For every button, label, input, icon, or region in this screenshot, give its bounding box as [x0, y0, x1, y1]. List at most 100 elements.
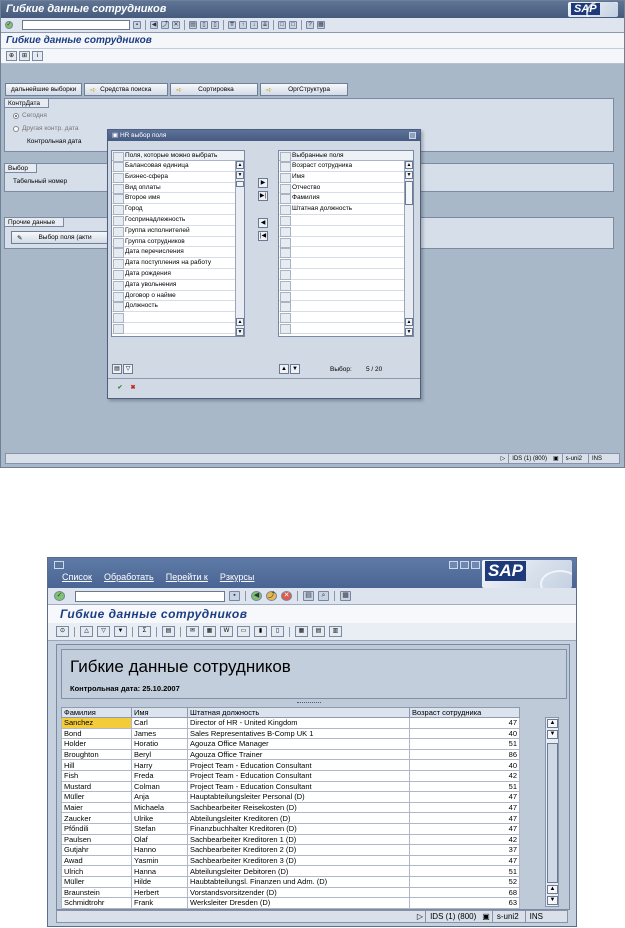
cell-age[interactable]: 51	[409, 780, 520, 793]
cell-first-name[interactable]: Freda	[131, 769, 188, 782]
scroll-down-icon[interactable]: ▼	[405, 171, 413, 179]
cell-last-name[interactable]: Schmidtrohr	[61, 897, 132, 909]
cancel-icon[interactable]: ✕	[172, 21, 180, 29]
selected-fields-list[interactable]: Выбранные поля Возраст сотрудника Имя Отче…	[278, 150, 414, 337]
spreadsheet-icon[interactable]: ▦	[203, 626, 216, 637]
execute-icon[interactable]: ⊕	[6, 51, 17, 61]
cell-position[interactable]: Abteilungsleiter Debitoren (D)	[187, 865, 410, 877]
close-icon[interactable]	[409, 132, 416, 139]
list-item[interactable]: Возраст сотрудника	[279, 161, 413, 172]
move-left-icon[interactable]: ◀	[258, 218, 268, 228]
cell-position[interactable]: Director of HR - United Kingdom	[187, 717, 410, 729]
print-icon[interactable]: ▤	[189, 21, 197, 29]
command-field[interactable]	[22, 20, 130, 30]
list-item[interactable]: Госпринадлежность	[112, 215, 244, 226]
list-item[interactable]: Дата рождения	[112, 269, 244, 280]
cell-first-name[interactable]: Carl	[131, 717, 188, 729]
cell-first-name[interactable]: Horatio	[131, 738, 188, 750]
sort-ascending-icon[interactable]: △	[80, 626, 93, 637]
cell-position[interactable]: Project Team - Education Consultant	[187, 780, 410, 793]
system-menu-icon[interactable]: ▣	[553, 455, 559, 462]
list-item[interactable]: Второе имя	[112, 193, 244, 205]
menu-views[interactable]: Рзкурсы	[220, 572, 255, 582]
list-item[interactable]: Вид оплаты	[112, 183, 244, 194]
cell-age[interactable]: 68	[409, 886, 520, 899]
list-item[interactable]	[279, 323, 413, 334]
cell-position[interactable]: Hauptabteilungsleiter Personal (D)	[187, 791, 410, 803]
last-page-icon[interactable]: ⇊	[261, 21, 269, 29]
cell-last-name[interactable]: Ulrich	[61, 865, 132, 877]
radio-other-date[interactable]: Другая контр. дата	[13, 125, 78, 132]
status-arrow-icon[interactable]: ▷	[501, 455, 506, 462]
abc-analysis-icon[interactable]: ▯	[271, 626, 284, 637]
select-layout-icon[interactable]: ▤	[312, 626, 325, 637]
cell-first-name[interactable]: Colman	[131, 780, 188, 793]
cell-position[interactable]: Finanzbuchhalter Kreditoren (D)	[187, 822, 410, 835]
cell-position[interactable]: Sachbearbeiter Kreditoren 3 (D)	[187, 854, 410, 867]
minimize-icon[interactable]	[449, 561, 458, 569]
list-item[interactable]: Отчество	[279, 183, 413, 194]
table-row[interactable]: Hill Harry Project Team - Education Consul…	[61, 759, 520, 771]
cell-age[interactable]: 42	[409, 769, 520, 782]
cell-last-name[interactable]: Bond	[61, 727, 132, 740]
get-variant-icon[interactable]: ⊞	[19, 51, 30, 61]
cell-position[interactable]: Sachbearbeiter Kreditoren 1 (D)	[187, 833, 410, 846]
save-icon[interactable]: ▪	[229, 591, 240, 601]
table-row[interactable]: Broughton Beryl Agouza Office Trainer 86	[61, 748, 520, 761]
find-icon[interactable]: ⌕	[318, 591, 329, 601]
maximize-icon[interactable]	[460, 561, 469, 569]
cell-age[interactable]: 40	[409, 727, 520, 740]
column-position[interactable]: Штатная должность	[187, 707, 410, 718]
total-icon[interactable]: Σ	[138, 626, 151, 637]
cell-first-name[interactable]: Anja	[131, 791, 188, 803]
cell-last-name[interactable]: Holder	[61, 738, 132, 750]
confirm-icon[interactable]: ✔	[115, 384, 125, 394]
layout-menu-icon[interactable]: ▦	[317, 21, 325, 29]
cell-last-name[interactable]: Paulsen	[61, 833, 132, 846]
filter-icon[interactable]: ▼	[114, 626, 127, 637]
table-row[interactable]: Sanchez Carl Director of HR - United Kingd…	[61, 717, 520, 729]
scroll-thumb[interactable]	[405, 181, 413, 205]
cell-age[interactable]: 47	[409, 801, 520, 814]
further-selections-button[interactable]: дальнейшие выборки	[5, 83, 83, 96]
list-item[interactable]: Балансовая единица	[112, 161, 244, 172]
cell-last-name[interactable]: Awad	[61, 854, 132, 867]
list-item[interactable]: Город	[112, 204, 244, 215]
menu-list[interactable]: Список	[62, 572, 92, 582]
cell-first-name[interactable]: Hanna	[131, 865, 188, 877]
cell-first-name[interactable]: Michaela	[131, 801, 188, 814]
cell-position[interactable]: Werksleiter Dresden (D)	[187, 897, 410, 909]
word-processing-icon[interactable]: W	[220, 626, 233, 637]
list-item[interactable]: Штатная должность	[279, 204, 413, 215]
splitter-grip[interactable]	[297, 702, 321, 704]
cell-age[interactable]: 47	[409, 791, 520, 803]
cell-age[interactable]: 47	[409, 812, 520, 824]
sort-button[interactable]: ➪ Сортировка	[170, 83, 259, 96]
table-row[interactable]: Schmidtrohr Frank Werksleiter Dresden (D) 6…	[61, 897, 520, 909]
search-helps-button[interactable]: ➪ Средства поиска	[84, 83, 169, 96]
table-row[interactable]: Gutjahr Hanno Sachbearbeiter Kreditoren 2 …	[61, 844, 520, 856]
scroll-thumb[interactable]	[236, 181, 244, 187]
back-icon[interactable]: ◀	[150, 21, 158, 29]
find-icon[interactable]: ▯	[200, 21, 208, 29]
cell-last-name[interactable]: Hill	[61, 759, 132, 771]
cell-last-name[interactable]: Müller	[61, 875, 132, 888]
list-item[interactable]	[279, 215, 413, 226]
scroll-up-icon[interactable]: ▲	[547, 885, 558, 894]
list-item[interactable]	[279, 247, 413, 259]
close-icon[interactable]	[471, 561, 480, 569]
list-item[interactable]	[279, 237, 413, 248]
cell-age[interactable]: 47	[409, 822, 520, 835]
cell-first-name[interactable]: Hanno	[131, 844, 188, 856]
cell-position[interactable]: Sachbearbeiter Kreditoren 2 (D)	[187, 844, 410, 856]
status-arrow-icon[interactable]: ▷	[417, 912, 423, 921]
cell-age[interactable]: 51	[409, 738, 520, 750]
list-item[interactable]: Бизнес-сфера	[112, 172, 244, 183]
shortcut-icon[interactable]: □	[289, 21, 297, 29]
mail-icon[interactable]: ✉	[186, 626, 199, 637]
list-item[interactable]	[112, 312, 244, 323]
available-fields-scrollbar[interactable]: ▲ ▼ ▲ ▼	[235, 161, 244, 336]
list-item[interactable]: Имя	[279, 172, 413, 183]
cell-position[interactable]: Agouza Office Manager	[187, 738, 410, 750]
table-scrollbar[interactable]: ▲ ▼ ▲ ▼	[545, 717, 559, 907]
